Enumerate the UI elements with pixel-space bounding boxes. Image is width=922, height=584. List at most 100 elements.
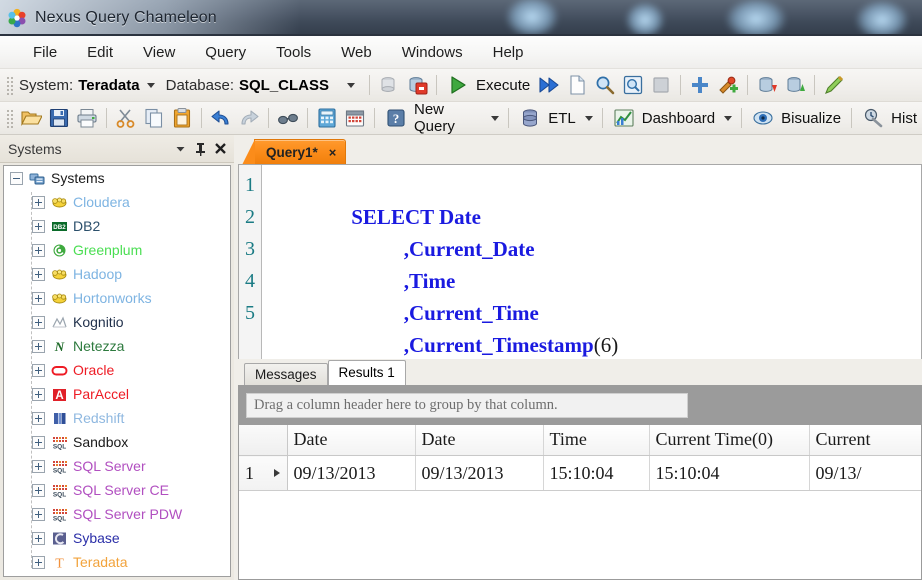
table-row[interactable]: 1 09/13/2013 09/13/2013 15:10:04 15:10:0…	[239, 455, 921, 491]
tree-item-netezza[interactable]: N Netezza	[4, 334, 230, 358]
cut-scissors-icon[interactable]	[115, 107, 137, 129]
sql-editor[interactable]: 1 2 3 4 5 SELECT Date ,Current_Date ,Tim…	[238, 164, 922, 359]
expander-minus-icon[interactable]	[10, 171, 23, 185]
dashboard-chart-icon[interactable]	[613, 107, 635, 129]
open-folder-icon[interactable]	[20, 107, 42, 129]
add-connection-icon[interactable]	[717, 74, 739, 96]
tree-item-hortonworks[interactable]: Hortonworks	[4, 286, 230, 310]
database-disabled-icon[interactable]	[378, 74, 400, 96]
explain-window-icon[interactable]	[622, 74, 644, 96]
tree-item-paraccel[interactable]: A ParAccel	[4, 382, 230, 406]
etl-database-icon[interactable]	[519, 107, 541, 129]
save-floppy-icon[interactable]	[48, 107, 70, 129]
undo-arrow-icon[interactable]	[210, 107, 232, 129]
dashboard-button[interactable]: Dashboard	[608, 105, 736, 131]
system-value[interactable]: Teradata	[78, 77, 139, 94]
column-header-date-2[interactable]: Date	[415, 424, 544, 456]
expander-plus-icon[interactable]	[32, 339, 45, 353]
sidebar-close-icon[interactable]	[210, 139, 230, 159]
tab-messages[interactable]: Messages	[244, 362, 328, 385]
cell-time[interactable]: 15:10:04	[543, 455, 650, 491]
column-header-date-1[interactable]: Date	[287, 424, 416, 456]
systems-tree[interactable]: Systems Cloudera DB2 DB2 Greenplum Hadoo…	[3, 165, 231, 577]
expander-plus-icon[interactable]	[32, 387, 45, 401]
menu-file[interactable]: File	[18, 41, 72, 64]
expander-plus-icon[interactable]	[32, 243, 45, 257]
expander-plus-icon[interactable]	[32, 531, 45, 545]
tree-item-oracle[interactable]: Oracle	[4, 358, 230, 382]
tree-item-sql-server[interactable]: SQL SQL Server	[4, 454, 230, 478]
print-icon[interactable]	[76, 107, 98, 129]
calculator-icon[interactable]	[316, 107, 338, 129]
sidebar-chevron-down-icon[interactable]	[170, 139, 190, 159]
copy-icon[interactable]	[143, 107, 165, 129]
tree-item-cloudera[interactable]: Cloudera	[4, 190, 230, 214]
expander-plus-icon[interactable]	[32, 219, 45, 233]
tree-item-hadoop[interactable]: Hadoop	[4, 262, 230, 286]
tree-item-sql-server-ce[interactable]: SQL SQL Server CE	[4, 478, 230, 502]
expander-plus-icon[interactable]	[32, 195, 45, 209]
redo-arrow-icon[interactable]	[238, 107, 260, 129]
new-query-chevron-down-icon[interactable]	[491, 115, 500, 121]
cell-date-1[interactable]: 09/13/2013	[287, 455, 416, 491]
menu-edit[interactable]: Edit	[72, 41, 128, 64]
expander-plus-icon[interactable]	[32, 363, 45, 377]
execute-all-fast-forward-icon[interactable]	[538, 74, 560, 96]
database-dropdown-chevron-down-icon[interactable]	[347, 82, 356, 88]
cell-date-2[interactable]: 09/13/2013	[415, 455, 544, 491]
expander-plus-icon[interactable]	[32, 267, 45, 281]
menu-windows[interactable]: Windows	[387, 41, 478, 64]
calendar-icon[interactable]	[344, 107, 366, 129]
history-button[interactable]: Hist	[857, 105, 922, 131]
cell-current-timestamp[interactable]: 09/13/	[809, 455, 921, 491]
column-header-current-time[interactable]: Current Time(0)	[649, 424, 810, 456]
tree-item-sql-server-pdw[interactable]: SQL SQL Server PDW	[4, 502, 230, 526]
tree-item-db2[interactable]: DB2 DB2	[4, 214, 230, 238]
sql-code-area[interactable]: SELECT Date ,Current_Date ,Time ,Current…	[262, 165, 921, 359]
etl-button[interactable]: ETL	[514, 105, 597, 131]
column-header-rownum[interactable]	[239, 424, 288, 456]
menu-web[interactable]: Web	[326, 41, 387, 64]
group-by-bar[interactable]: Drag a column header here to group by th…	[239, 385, 921, 425]
cell-current-time[interactable]: 15:10:04	[649, 455, 810, 491]
new-document-icon[interactable]	[566, 74, 588, 96]
tree-item-sybase[interactable]: Sybase	[4, 526, 230, 550]
stop-square-icon[interactable]	[650, 74, 672, 96]
expander-plus-icon[interactable]	[32, 435, 45, 449]
toolbar-grip[interactable]	[6, 75, 13, 95]
menu-query[interactable]: Query	[190, 41, 261, 64]
group-by-hint[interactable]: Drag a column header here to group by th…	[246, 392, 688, 418]
expander-plus-icon[interactable]	[32, 291, 45, 305]
database-value[interactable]: SQL_CLASS	[239, 77, 329, 94]
add-plus-icon[interactable]	[689, 74, 711, 96]
database-stop-icon[interactable]	[406, 74, 428, 96]
eye-icon[interactable]	[752, 107, 774, 129]
bisualize-button[interactable]: Bisualize	[747, 105, 846, 131]
toolbar-grip[interactable]	[6, 108, 13, 128]
tree-item-sandbox[interactable]: SQL Sandbox	[4, 430, 230, 454]
new-query-icon[interactable]: ?	[385, 107, 407, 129]
tree-item-redshift[interactable]: Redshift	[4, 406, 230, 430]
new-query-button[interactable]: ? New Query	[380, 101, 503, 135]
paste-clipboard-icon[interactable]	[171, 107, 193, 129]
tree-item-greenplum[interactable]: Greenplum	[4, 238, 230, 262]
expander-plus-icon[interactable]	[32, 411, 45, 425]
expander-plus-icon[interactable]	[32, 507, 45, 521]
tab-results-1[interactable]: Results 1	[327, 359, 406, 385]
database-up-icon[interactable]	[784, 74, 806, 96]
tab-query1[interactable]: Query1* ×	[241, 139, 347, 165]
dashboard-chevron-down-icon[interactable]	[724, 115, 733, 121]
column-header-current-timestamp[interactable]: Current	[809, 424, 921, 456]
find-binoculars-icon[interactable]	[277, 107, 299, 129]
menu-view[interactable]: View	[128, 41, 190, 64]
system-dropdown-chevron-down-icon[interactable]	[146, 82, 155, 88]
sidebar-pin-icon[interactable]	[190, 139, 210, 159]
menu-help[interactable]: Help	[478, 41, 539, 64]
row-number[interactable]: 1	[239, 455, 288, 491]
tree-item-teradata[interactable]: T Teradata	[4, 550, 230, 574]
tree-item-kognitio[interactable]: Kognitio	[4, 310, 230, 334]
expander-plus-icon[interactable]	[32, 483, 45, 497]
tree-item-vertica[interactable]: Vertica	[4, 574, 230, 576]
database-down-icon[interactable]	[756, 74, 778, 96]
menu-tools[interactable]: Tools	[261, 41, 326, 64]
